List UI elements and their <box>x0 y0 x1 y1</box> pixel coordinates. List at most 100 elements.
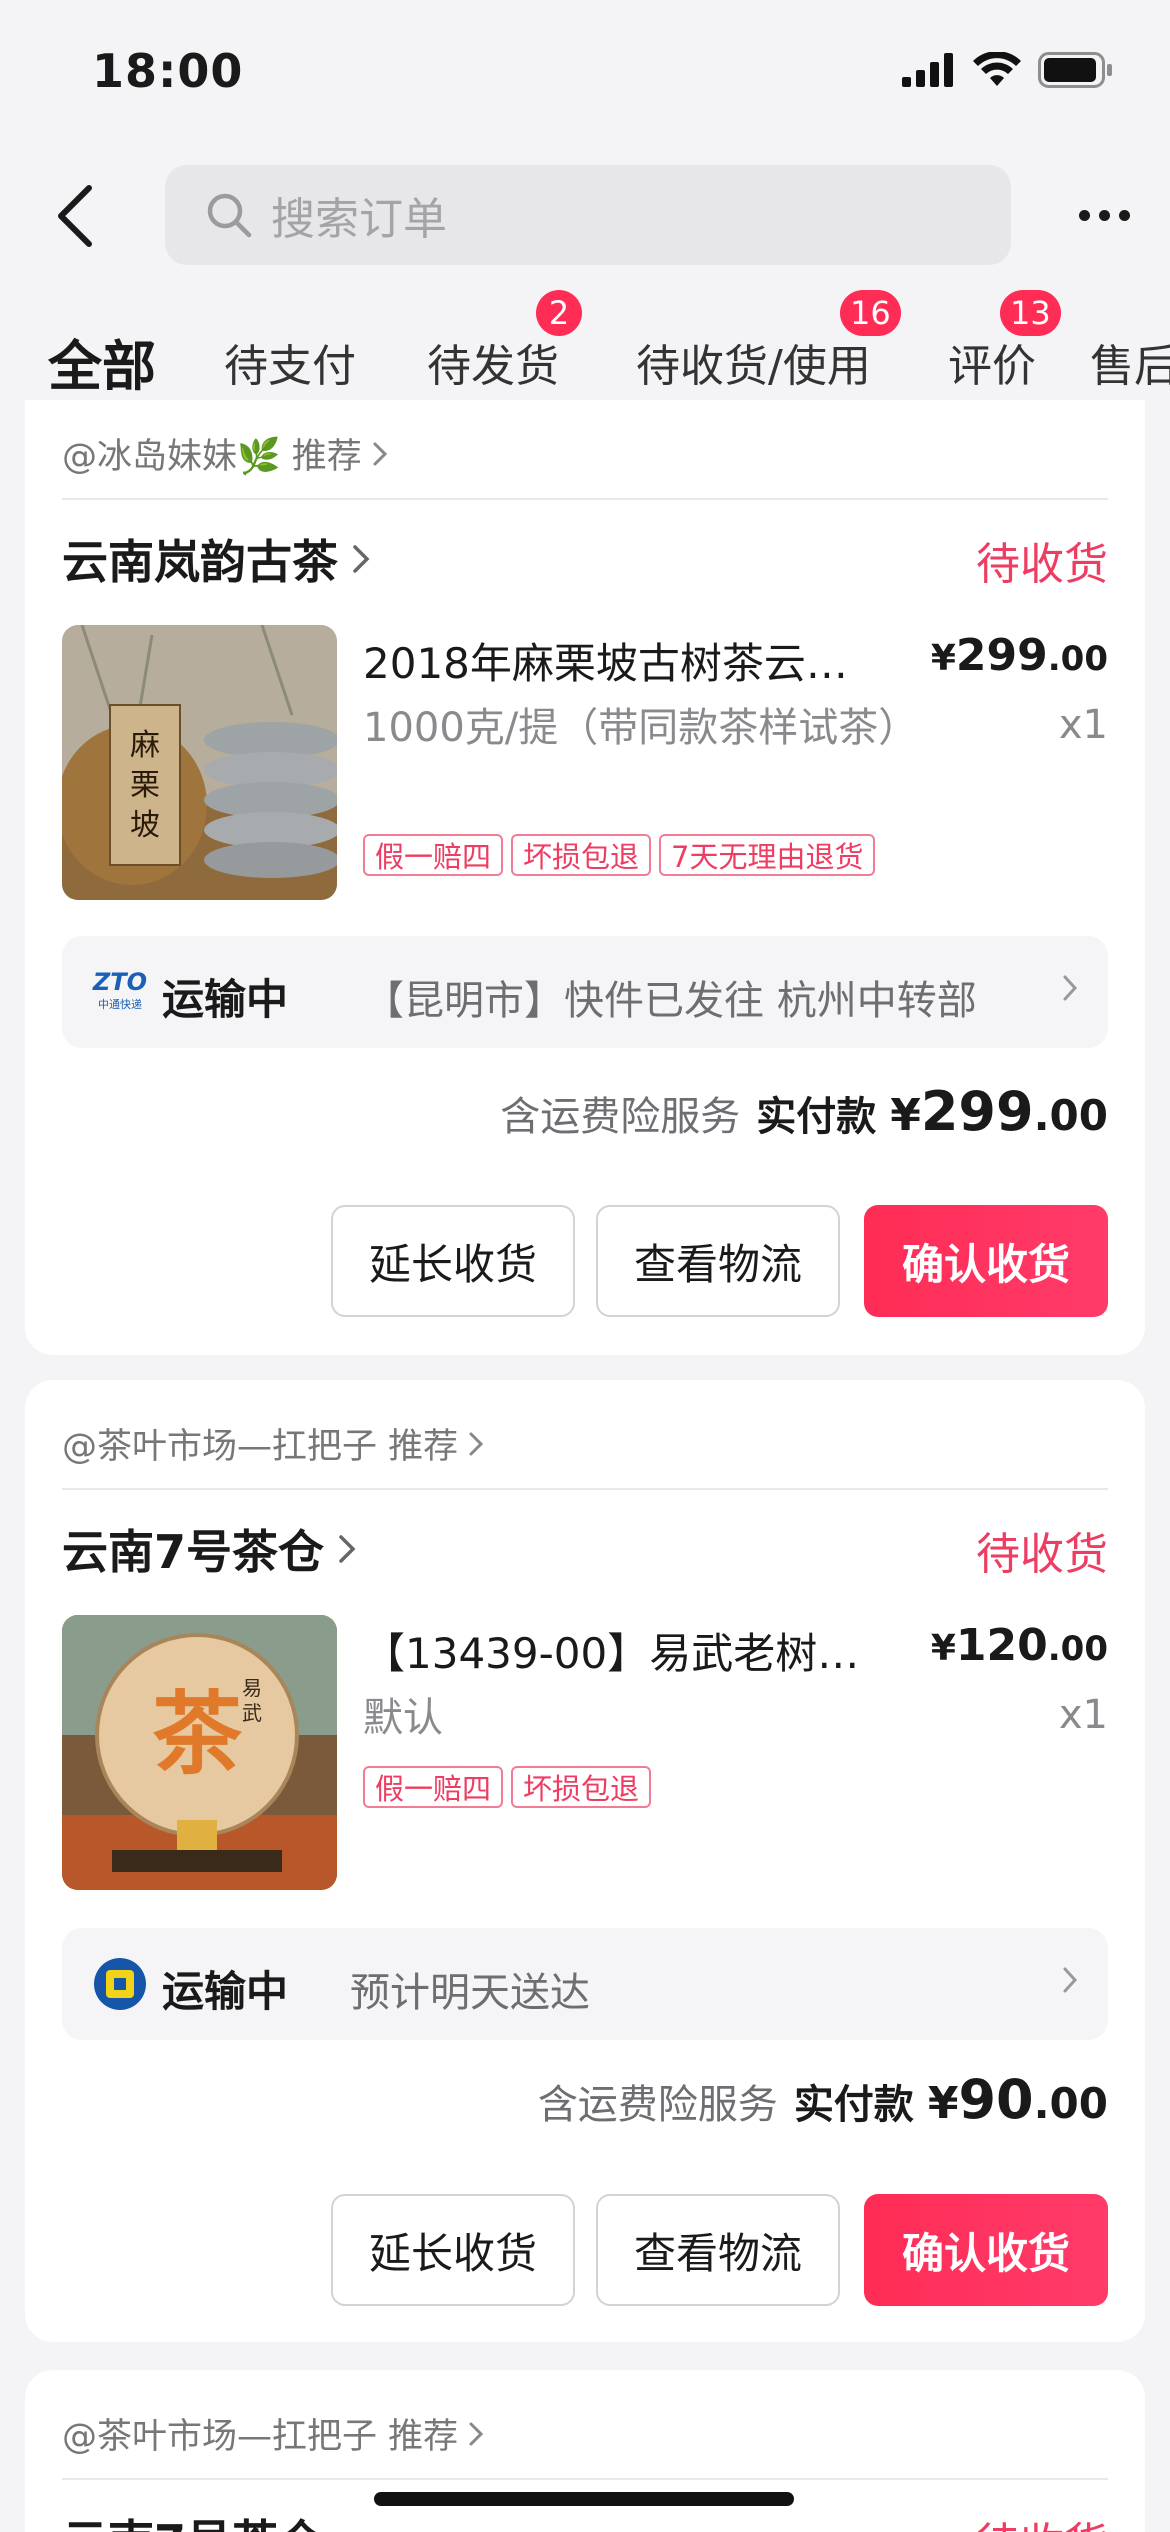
service-tag: 7天无理由退货 <box>659 834 876 876</box>
service-tag: 假一赔四 <box>363 1766 504 1808</box>
product-quantity: x1 <box>1058 702 1108 748</box>
paid-label: 实付款 <box>793 2082 914 2128</box>
recommend-text: @茶叶市场—扛把子 推荐 <box>62 1427 459 1467</box>
order-list-page: 18:00 搜索订单 全部 待支付 待发货 2 待收货/使用 16 评价 13 … <box>0 0 1170 2532</box>
logistics-state: 运输中 <box>162 1967 289 2016</box>
chevron-right-icon <box>469 1432 484 1455</box>
service-tags: 假一赔四 坏损包退 <box>363 1766 652 1808</box>
chevron-right-icon <box>1063 975 1078 1001</box>
chevron-right-icon <box>373 442 387 465</box>
header: 搜索订单 <box>0 150 1170 280</box>
chevron-right-icon <box>1063 1967 1078 1993</box>
svg-text:栗: 栗 <box>130 768 160 803</box>
zto-logo-text: ZTO <box>92 968 147 996</box>
service-text: 含运费险服务 <box>537 2082 778 2128</box>
payment-summary: 含运费险服务 实付款 ¥90.00 <box>538 2068 1108 2131</box>
product-price: ¥299.00 <box>930 630 1108 681</box>
logistics-detail: 【昆明市】快件已发往 杭州中转部 <box>364 978 977 1024</box>
shop-name-link[interactable]: 云南岚韵古茶 <box>62 526 370 592</box>
carrier-logo-icon <box>94 1958 146 2010</box>
shop-name: 云南岚韵古茶 <box>62 535 338 589</box>
zto-logo-subtext: 中通快递 <box>98 997 142 1011</box>
product-thumbnail[interactable]: 茶 易 武 <box>62 1615 337 1890</box>
view-logistics-button[interactable]: 查看物流 <box>596 2194 840 2306</box>
recommend-row[interactable]: @茶叶市场—扛把子 推荐 <box>62 1418 484 1469</box>
recommend-text: @冰岛妹妹🌿 推荐 <box>62 437 362 477</box>
product-price: ¥120.00 <box>930 1620 1108 1671</box>
paid-label: 实付款 <box>756 1094 877 1140</box>
divider <box>62 2478 1108 2480</box>
order-card[interactable]: @茶叶市场—扛把子 推荐 云南7号茶仓 待收货 茶 易 武 【13439-00】… <box>25 1380 1145 2342</box>
tab-pending-shipment[interactable]: 待发货 <box>427 330 559 394</box>
payment-summary: 含运费险服务 实付款 ¥299.00 <box>500 1080 1108 1143</box>
divider <box>62 1488 1108 1490</box>
status-bar: 18:00 <box>0 0 1170 140</box>
tab-review[interactable]: 评价 <box>948 330 1036 394</box>
recommend-row[interactable]: @冰岛妹妹🌿 推荐 <box>62 428 388 479</box>
service-tag: 坏损包退 <box>511 834 652 876</box>
divider <box>62 498 1108 500</box>
tab-pending-receipt[interactable]: 待收货/使用 <box>636 330 871 394</box>
cellular-signal-icon <box>902 53 953 87</box>
status-icons <box>902 50 1114 90</box>
chevron-right-icon <box>339 1535 356 1563</box>
more-options-button[interactable] <box>1064 190 1144 240</box>
product-thumbnail[interactable]: 麻 栗 坡 <box>62 625 337 900</box>
pending-receipt-badge: 16 <box>840 290 901 336</box>
svg-text:麻: 麻 <box>130 728 160 763</box>
product-spec: 1000克/提（带同款茶样试茶） <box>363 705 919 751</box>
tab-all[interactable]: 全部 <box>48 322 156 401</box>
logistics-row[interactable]: ZTO 中通快递 运输中 【昆明市】快件已发往 杭州中转部 <box>62 936 1108 1048</box>
order-card[interactable]: @茶叶市场—扛把子 推荐 云南7号茶仓 待收货 <box>25 2370 1145 2532</box>
product-title[interactable]: 2018年麻栗坡古树茶云… <box>363 630 923 691</box>
tab-after-sales[interactable]: 售后 <box>1090 330 1170 394</box>
logistics-row[interactable]: 运输中 预计明天送达 <box>62 1928 1108 2040</box>
svg-text:易: 易 <box>242 1676 262 1700</box>
status-time: 18:00 <box>92 44 244 98</box>
tab-pending-payment[interactable]: 待支付 <box>224 330 356 394</box>
home-indicator <box>374 2492 794 2506</box>
order-status: 待收货 <box>976 2508 1108 2532</box>
shop-name-link[interactable]: 云南7号茶仓 <box>62 2506 324 2532</box>
confirm-receipt-button[interactable]: 确认收货 <box>864 1205 1108 1317</box>
product-spec: 默认 <box>363 1695 443 1741</box>
shop-name: 云南7号茶仓 <box>62 1525 325 1579</box>
logistics-state: 运输中 <box>162 975 289 1024</box>
service-tag: 坏损包退 <box>511 1766 652 1808</box>
paid-amount: ¥90.00 <box>927 2068 1108 2131</box>
order-card[interactable]: @冰岛妹妹🌿 推荐 云南岚韵古茶 待收货 麻 栗 坡 2018年麻栗坡古树茶云…… <box>25 400 1145 1355</box>
service-tag: 假一赔四 <box>363 834 504 876</box>
confirm-receipt-button[interactable]: 确认收货 <box>864 2194 1108 2306</box>
svg-text:坡: 坡 <box>130 808 160 843</box>
extend-receipt-button[interactable]: 延长收货 <box>331 2194 575 2306</box>
review-badge: 13 <box>1000 290 1061 336</box>
chevron-right-icon <box>353 545 370 573</box>
pending-shipment-badge: 2 <box>536 290 582 336</box>
service-text: 含运费险服务 <box>500 1094 741 1140</box>
recommend-row[interactable]: @茶叶市场—扛把子 推荐 <box>62 2408 484 2459</box>
svg-text:茶: 茶 <box>152 1681 243 1787</box>
zto-logo-icon: ZTO 中通快递 <box>92 968 147 1011</box>
svg-text:武: 武 <box>242 1701 262 1725</box>
logistics-detail: 预计明天送达 <box>350 1970 590 2016</box>
battery-icon <box>1038 52 1112 88</box>
more-dots-icon <box>1078 209 1090 221</box>
chevron-left-icon <box>58 185 92 247</box>
wifi-icon <box>973 52 1021 86</box>
search-input[interactable]: 搜索订单 <box>165 165 1011 265</box>
shop-name: 云南7号茶仓 <box>62 2506 324 2532</box>
product-title[interactable]: 【13439-00】易武老树… <box>363 1620 923 1681</box>
paid-amount: ¥299.00 <box>890 1080 1108 1143</box>
order-status: 待收货 <box>976 539 1108 590</box>
back-button[interactable] <box>40 178 110 254</box>
shop-name-link[interactable]: 云南7号茶仓 <box>62 1516 356 1582</box>
service-tags: 假一赔四 坏损包退 7天无理由退货 <box>363 834 876 876</box>
extend-receipt-button[interactable]: 延长收货 <box>331 1205 575 1317</box>
product-quantity: x1 <box>1058 1692 1108 1738</box>
search-placeholder: 搜索订单 <box>271 194 447 245</box>
recommend-text: @茶叶市场—扛把子 推荐 <box>62 2417 459 2457</box>
order-status: 待收货 <box>976 1529 1108 1580</box>
view-logistics-button[interactable]: 查看物流 <box>596 1205 840 1317</box>
search-icon <box>201 187 257 243</box>
chevron-right-icon <box>469 2422 484 2445</box>
